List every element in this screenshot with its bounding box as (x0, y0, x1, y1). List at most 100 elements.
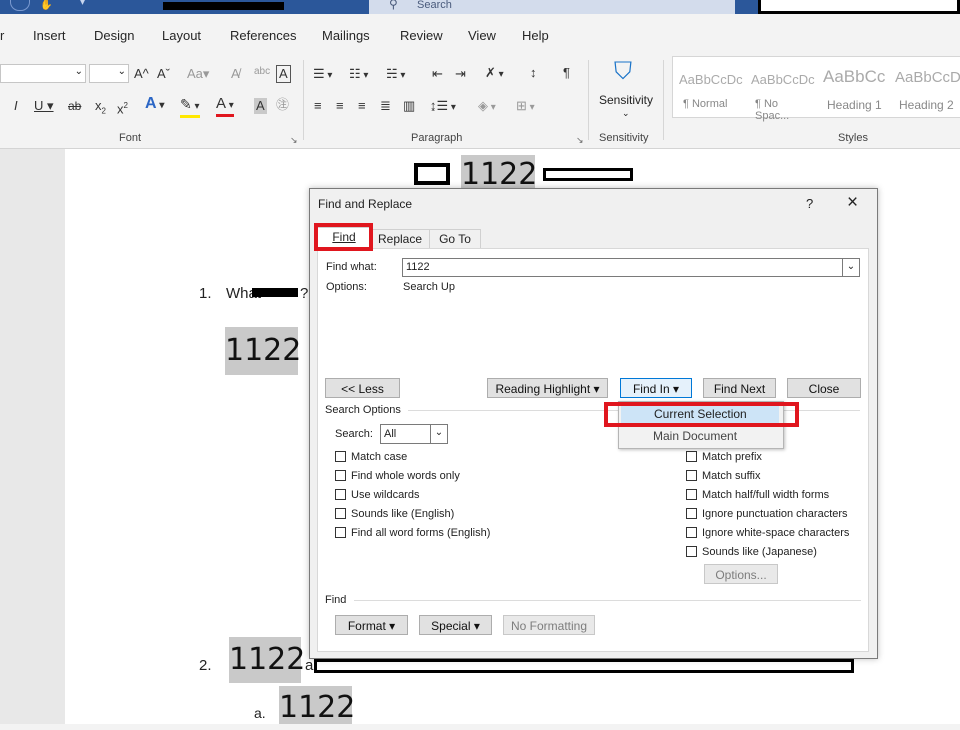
justify-icon[interactable]: ≣ (380, 98, 391, 114)
increase-indent-icon[interactable]: ⇥ (455, 66, 466, 82)
decrease-indent-icon[interactable]: ⇤ (432, 66, 443, 82)
clear-formatting-icon[interactable]: A̸ (231, 66, 240, 82)
font-name-combo[interactable]: ⌄ (0, 64, 86, 83)
chevron-down-icon: ⌄ (430, 425, 447, 443)
reading-highlight-button[interactable]: Reading Highlight ▾ (487, 378, 608, 398)
match-suffix-label: Match suffix (702, 470, 761, 482)
list-item-1-number: 1. (199, 285, 212, 302)
menu-item-main-document[interactable]: Main Document (621, 426, 779, 446)
shading-icon[interactable]: ◈ ▾ (478, 98, 496, 116)
bullets-icon[interactable]: ☰ ▾ (313, 66, 332, 84)
search-direction-select[interactable]: All ⌄ (380, 424, 448, 444)
half-full-width-label: Match half/full width forms (702, 489, 830, 501)
show-hide-icon[interactable]: ¶ (563, 65, 570, 81)
touch-mode-icon[interactable]: ✋ (40, 0, 52, 11)
no-formatting-button[interactable]: No Formatting (503, 615, 595, 635)
match-case-checkbox[interactable] (335, 451, 346, 462)
chevron-down-icon[interactable]: ⌄ (842, 259, 859, 276)
tab-view[interactable]: View (468, 28, 496, 43)
chevron-down-icon: ⌄ (117, 66, 126, 77)
tab-help[interactable]: Help (522, 28, 549, 43)
sensitivity-button[interactable]: ⛉ Sensitivity ⌄ (596, 58, 654, 122)
customize-qat-icon[interactable]: ▾ (80, 0, 85, 8)
asian-layout-icon[interactable]: ✗ ▾ (485, 65, 504, 83)
tab-mailings[interactable]: Mailings (322, 28, 370, 43)
change-case-icon[interactable]: Aa▾ (187, 66, 209, 82)
font-size-combo[interactable]: ⌄ (89, 64, 129, 83)
find-next-button[interactable]: Find Next (703, 378, 776, 398)
match-prefix-checkbox[interactable] (686, 451, 697, 462)
sounds-like-english-checkbox[interactable] (335, 508, 346, 519)
tab-home[interactable]: r (0, 28, 4, 43)
chevron-down-icon: ⌄ (622, 108, 630, 118)
enclose-characters-icon[interactable]: ㊟ (276, 97, 289, 113)
list-item-1-highlight-1122: 1122 (225, 327, 301, 375)
text-effects-icon[interactable]: A ▾ (145, 96, 164, 114)
underline-icon[interactable]: U ▾ (34, 98, 54, 114)
tab-replace[interactable]: Replace (370, 229, 430, 248)
character-border-icon[interactable]: A (276, 65, 291, 83)
sensitivity-group-label: Sensitivity (599, 132, 649, 144)
format-button[interactable]: Format ▾ (335, 615, 408, 635)
font-color-icon[interactable]: A ▾ (216, 96, 234, 117)
character-shading-icon[interactable]: A (254, 98, 267, 114)
paragraph-group-label: Paragraph (411, 132, 463, 144)
tab-layout[interactable]: Layout (162, 28, 201, 43)
grow-font-icon[interactable]: A^ (134, 66, 149, 82)
ignore-whitespace-label: Ignore white-space characters (702, 527, 850, 539)
ignore-whitespace-checkbox[interactable] (686, 527, 697, 538)
align-center-icon[interactable]: ≡ (336, 98, 344, 114)
shrink-font-icon[interactable]: Aˇ (157, 66, 170, 82)
distributed-icon[interactable]: ▥ (403, 98, 415, 114)
superscript-icon[interactable]: x2 (117, 98, 128, 117)
line-spacing-icon[interactable]: ↨☰ ▾ (430, 98, 456, 116)
borders-icon[interactable]: ⊞ ▾ (516, 98, 535, 116)
find-in-button[interactable]: Find In ▾ (620, 378, 692, 398)
wildcards-label: Use wildcards (351, 489, 420, 501)
ignore-punctuation-checkbox[interactable] (686, 508, 697, 519)
half-full-width-checkbox[interactable] (686, 489, 697, 500)
sounds-like-japanese-checkbox[interactable] (686, 546, 697, 557)
font-dialog-launcher-icon[interactable]: ↘ (290, 132, 298, 148)
align-left-icon[interactable]: ≡ (314, 98, 322, 114)
close-icon[interactable]: × (847, 192, 858, 214)
paragraph-dialog-launcher-icon[interactable]: ↘ (576, 132, 584, 148)
tab-review[interactable]: Review (400, 28, 443, 43)
sort-icon[interactable]: ↕ (530, 65, 537, 81)
tab-design[interactable]: Design (94, 28, 134, 43)
wildcards-checkbox[interactable] (335, 489, 346, 500)
list-item-2-number: 2. (199, 657, 212, 674)
ribbon: ⌄ ⌄ A^ Aˇ Aa▾ A̸ abc A I U ▾ ab x2 x2 A … (0, 54, 960, 149)
less-button[interactable]: << Less (325, 378, 400, 398)
close-button[interactable]: Close (787, 378, 861, 398)
strikethrough-icon[interactable]: ab (68, 98, 81, 114)
whole-words-checkbox[interactable] (335, 470, 346, 481)
numbering-icon[interactable]: ☷ ▾ (349, 66, 368, 84)
title-bar: ✋ ▾ ⚲ Search (0, 0, 960, 14)
find-what-input[interactable]: 1122 ⌄ (402, 258, 860, 277)
autosave-toggle[interactable] (10, 0, 30, 11)
tab-go-to[interactable]: Go To (429, 229, 481, 248)
help-button[interactable]: ? (806, 196, 813, 211)
special-button[interactable]: Special ▾ (419, 615, 492, 635)
options-button[interactable]: Options... (704, 564, 778, 584)
account-area-redacted (758, 0, 960, 14)
tab-insert[interactable]: Insert (33, 28, 66, 43)
subscript-icon[interactable]: x2 (95, 98, 106, 120)
search-box[interactable]: ⚲ Search (369, 0, 735, 14)
multilevel-list-icon[interactable]: ☵ ▾ (386, 66, 405, 84)
match-suffix-checkbox[interactable] (686, 470, 697, 481)
style-no-spacing[interactable]: AaBbCcDc ¶ No Spac... (747, 65, 815, 122)
style-normal[interactable]: AaBbCcDc ¶ Normal (675, 65, 743, 110)
word-forms-checkbox[interactable] (335, 527, 346, 538)
ignore-punctuation-label: Ignore punctuation characters (702, 508, 848, 520)
style-heading-2[interactable]: AaBbCcD Heading 2 (891, 65, 960, 112)
align-right-icon[interactable]: ≡ (358, 98, 366, 114)
italic-icon[interactable]: I (14, 98, 18, 114)
highlight-color-icon[interactable]: ✎ ▾ (180, 96, 200, 118)
style-heading-1[interactable]: AaBbCc Heading 1 (819, 65, 887, 112)
phonetic-guide-icon[interactable]: abc (254, 64, 270, 80)
tab-references[interactable]: References (230, 28, 296, 43)
list-item-2-highlight-1122: 1122 (229, 637, 305, 683)
search-direction-label: Search: (335, 428, 373, 440)
